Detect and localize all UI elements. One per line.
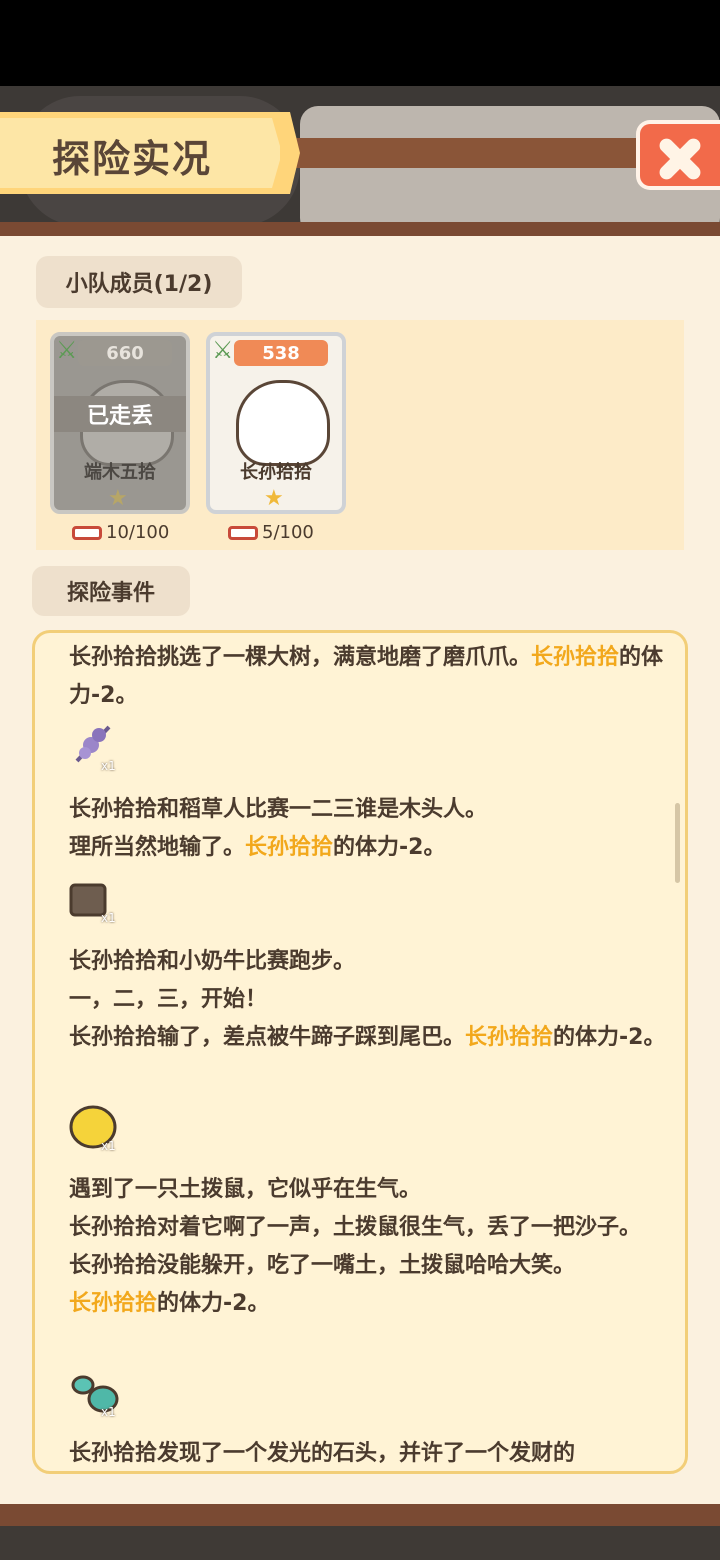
power-value: 538 <box>234 340 328 366</box>
events-log[interactable]: 长孙拾拾挑选了一棵大树，满意地磨了磨爪爪。长孙拾拾的体力-2。 x1 长孙拾拾和… <box>32 630 688 1474</box>
event-text: 长孙拾拾和稻草人比赛一二三谁是木头人。 理所当然地输了。长孙拾拾的体力-2。 <box>69 797 488 860</box>
stamina-value: 10/100 <box>106 522 170 543</box>
stamina-2: 5/100 <box>228 522 314 543</box>
swords-icon: ⚔ <box>212 336 234 364</box>
bottom-bar <box>0 1504 720 1560</box>
page-title: 探险实况 <box>52 137 213 181</box>
event-text: 长孙拾拾发现了一个发光的石头，并许了一个发财的 <box>69 1441 576 1466</box>
item-count: x1 <box>101 911 116 925</box>
event-text: 长孙拾拾挑选了一棵大树，满意地磨了磨爪爪。长孙拾拾的体力-2。 <box>69 645 664 708</box>
cat-avatar <box>236 380 330 466</box>
close-button[interactable] <box>636 120 720 190</box>
item-count: x1 <box>101 1139 116 1153</box>
stamina-1: 10/100 <box>72 522 169 543</box>
item-count: x1 <box>101 1405 116 1419</box>
stamina-value: 5/100 <box>262 522 314 543</box>
events-label: 探险事件 <box>32 566 190 616</box>
star-icon: ★ <box>108 486 128 511</box>
star-icon: ★ <box>264 486 284 511</box>
panel-border <box>0 222 720 236</box>
event-text: 长孙拾拾和小奶牛比赛跑步。 一，二，三，开始！ 长孙拾拾输了，差点被牛蹄子踩到尾… <box>69 949 666 1050</box>
power-value: 660 <box>78 340 172 366</box>
member-name: 端木五拾 <box>84 462 156 483</box>
member-name: 长孙拾拾 <box>240 462 312 483</box>
squad-members-label: 小队成员(1/2) <box>36 256 242 308</box>
member-card-2[interactable]: ⚔ 538 长孙拾拾 ★ <box>206 332 346 514</box>
member-card-1[interactable]: ⚔ 660 已走丢 端木五拾 ★ <box>50 332 190 514</box>
status-bar <box>0 0 720 86</box>
squad-members-area: ⚔ 660 已走丢 端木五拾 ★ ⚔ 538 长孙拾拾 ★ 10/100 5/1… <box>36 320 684 550</box>
battery-icon <box>72 525 102 540</box>
lost-status-label: 已走丢 <box>54 396 186 432</box>
battery-icon <box>228 525 258 540</box>
event-text: 遇到了一只土拨鼠，它似乎在生气。 长孙拾拾对着它啊了一声，土拨鼠很生气，丢了一把… <box>69 1177 642 1316</box>
item-count: x1 <box>101 759 116 773</box>
swords-icon: ⚔ <box>56 336 78 364</box>
